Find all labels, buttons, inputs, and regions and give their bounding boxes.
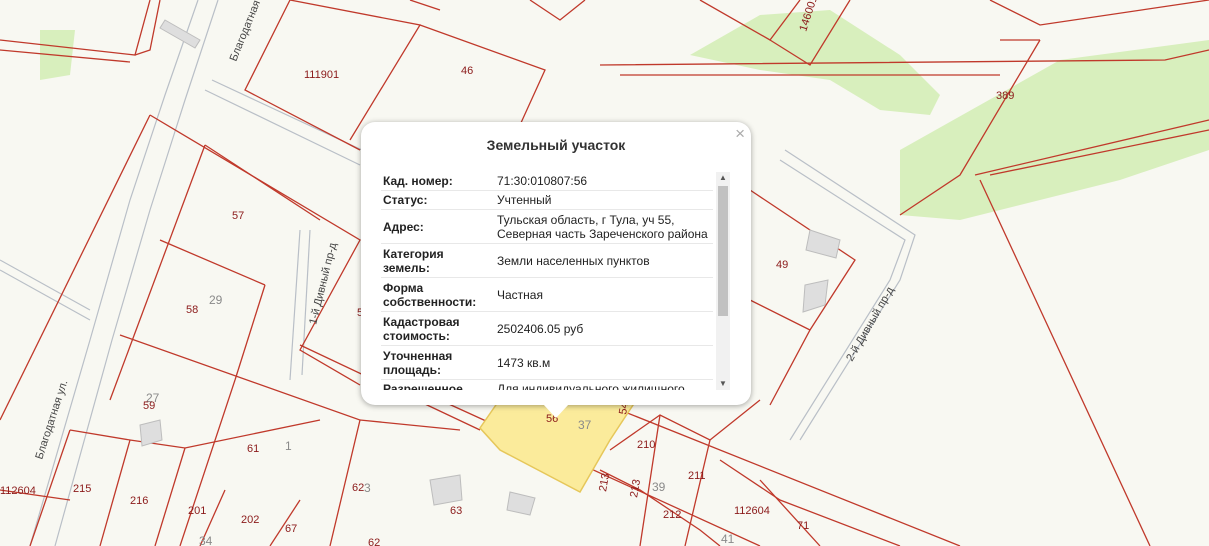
popup-pointer [543, 404, 569, 418]
house-number: 1 [285, 439, 292, 453]
attribute-row: Форма собственности: Частная [381, 277, 713, 312]
scroll-down-icon[interactable]: ▼ [716, 378, 730, 390]
plot-number: 112604 [0, 485, 36, 497]
scroll-thumb[interactable] [718, 186, 728, 316]
attribute-value: 71:30:010807:56 [495, 172, 713, 191]
attribute-label: Уточненная площадь: [381, 345, 495, 380]
attribute-label: Статус: [381, 190, 495, 210]
attribute-label: Форма собственности: [381, 277, 495, 312]
plot-number: 212 [663, 509, 681, 521]
scroll-up-icon[interactable]: ▲ [716, 172, 730, 184]
attribute-label: Категория земель: [381, 243, 495, 278]
house-number: 37 [578, 418, 592, 432]
plot-number: 201 [188, 505, 206, 517]
attribute-value: Тульская область, г Тула, уч 55, Северна… [495, 209, 713, 244]
house-number: 39 [652, 480, 666, 494]
popup-title: Земельный участок [486, 137, 626, 153]
plot-number: 63 [450, 505, 462, 517]
attribute-table: Кад. номер: 71:30:010807:56 Статус: Учтенны… [381, 172, 713, 390]
green-area [900, 40, 1209, 220]
attribute-value: Для индивидуального жилищного [495, 379, 713, 390]
attribute-row: Кад. номер: 71:30:010807:56 [381, 172, 713, 191]
attribute-row: Статус: Учтенный [381, 190, 713, 210]
plot-number: 210 [637, 439, 655, 451]
house-number: 34 [199, 534, 213, 546]
plot-number: 46 [461, 65, 473, 77]
plot-number: 111901 [304, 69, 339, 81]
street-label: 2-й Дивный пр-д [844, 284, 897, 363]
plot-number: 57 [232, 210, 244, 222]
attribute-list[interactable]: Кад. номер: 71:30:010807:56 Статус: Учтенны… [381, 172, 717, 390]
house-number: 41 [721, 532, 735, 546]
attribute-label: Адрес: [381, 209, 495, 244]
attribute-row: Категория земель: Земли населенных пункто… [381, 243, 713, 278]
plot-number: 213 [628, 478, 643, 498]
attribute-value: Учтенный [495, 190, 713, 210]
parcel-info-popup: × Земельный участок Кад. номер: 71:30:010… [361, 122, 751, 405]
plot-number: 61 [247, 443, 259, 455]
plot-number: 49 [776, 259, 788, 271]
plot-number: 58 [186, 304, 198, 316]
house-number: 3 [364, 481, 371, 495]
attribute-row: Адрес: Тульская область, г Тула, уч 55, С… [381, 209, 713, 244]
street-label: 1-й Дивный пр-д [307, 241, 339, 326]
plot-number: 213 [597, 472, 612, 492]
plot-number: 62 [368, 537, 380, 546]
plot-number: 216 [130, 495, 148, 507]
attribute-value: 1473 кв.м [495, 345, 713, 380]
plot-number: 211 [688, 470, 706, 482]
plot-number: 59 [143, 400, 155, 412]
attribute-label: Кадастровая стоимость: [381, 311, 495, 346]
attribute-row: Уточненная площадь: 1473 кв.м [381, 345, 713, 380]
plot-number: 62 [352, 482, 364, 494]
attribute-row: Разрешенное Для индивидуального жилищного [381, 379, 713, 390]
plot-number: 112604 [734, 505, 770, 517]
attribute-value: Земли населенных пунктов [495, 243, 713, 278]
attribute-label: Кад. номер: [381, 172, 495, 191]
plot-number: 202 [241, 514, 259, 526]
street-label: Благодатная [228, 0, 263, 63]
attribute-label: Разрешенное [381, 379, 495, 390]
plot-number: 67 [285, 523, 297, 535]
popup-scrollbar[interactable]: ▲ ▼ [716, 172, 730, 390]
house-number: 29 [209, 293, 223, 307]
street-label: Благодатная ул. [33, 379, 70, 461]
plot-number: 71 [797, 520, 809, 532]
attribute-value: Частная [495, 277, 713, 312]
attribute-row: Кадастровая стоимость: 2502406.05 руб [381, 311, 713, 346]
attribute-value: 2502406.05 руб [495, 311, 713, 346]
plot-number: 389 [996, 90, 1014, 102]
plot-number: 215 [73, 483, 91, 495]
